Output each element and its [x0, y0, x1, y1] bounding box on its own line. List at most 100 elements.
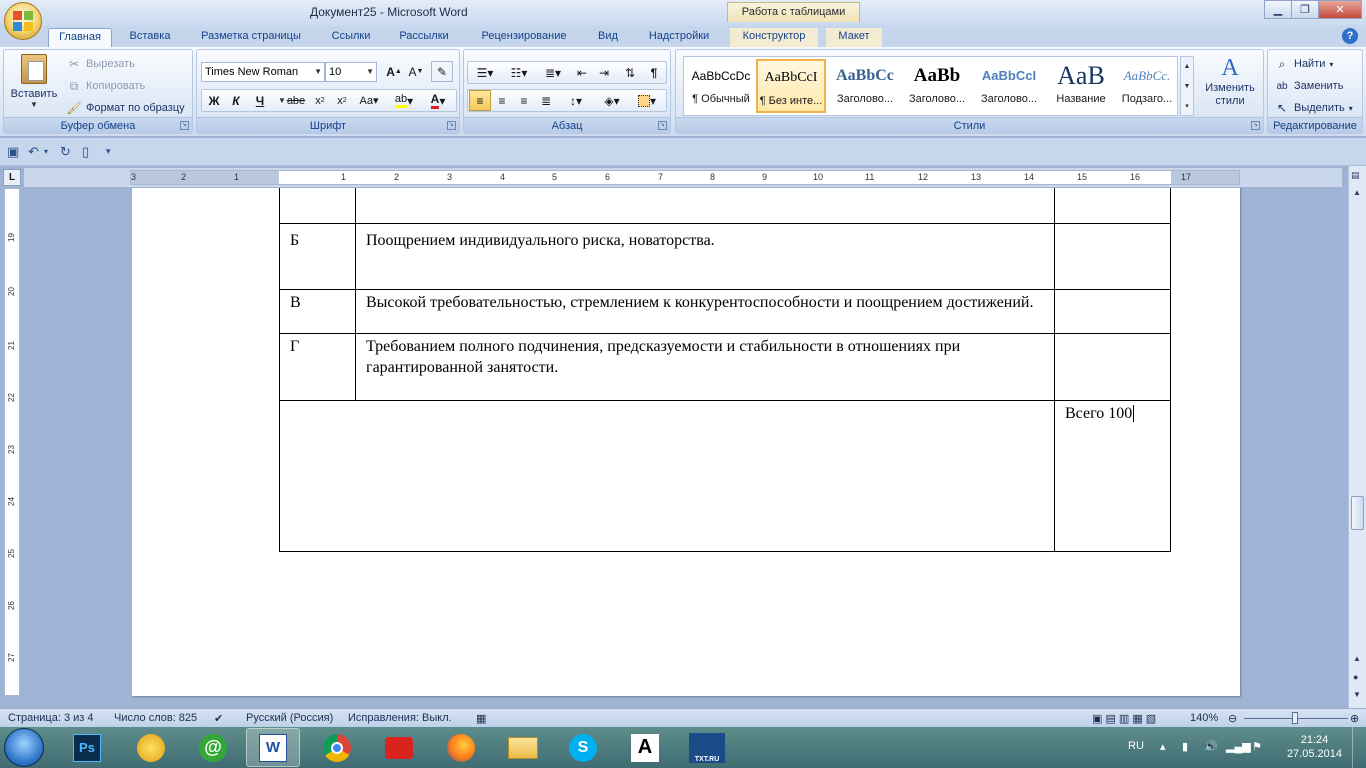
document-page[interactable]: Б Поощрением индивидуального риска, нова… — [132, 188, 1240, 696]
tab-page-layout[interactable]: Разметка страницы — [192, 28, 310, 47]
tab-selector-icon[interactable]: L — [3, 169, 21, 186]
clear-format-icon[interactable]: ✎ — [431, 61, 453, 82]
style-subtitle[interactable]: AaBbCc. Подзаго... — [1118, 59, 1176, 113]
tab-addins[interactable]: Надстройки — [636, 28, 722, 47]
bold-button[interactable]: Ж — [203, 90, 225, 111]
firefox-taskbar-button[interactable] — [434, 728, 488, 767]
language-status[interactable]: Русский (Россия) — [246, 712, 333, 724]
show-marks-button[interactable]: ¶ — [643, 62, 665, 83]
previous-page-icon[interactable]: ▲ — [1353, 654, 1361, 663]
font-viewer-taskbar-button[interactable]: A — [618, 728, 672, 767]
messenger-taskbar-button[interactable] — [124, 728, 178, 767]
select-button[interactable]: ↖ Выделить ▾ — [1274, 98, 1353, 118]
zoom-out-icon[interactable]: ⊖ — [1228, 712, 1237, 725]
tray-expand-icon[interactable]: ▴ — [1160, 740, 1166, 753]
vertical-scrollbar[interactable]: ▤ ▲ ▲ ● ▼ — [1348, 166, 1366, 708]
font-name-combo[interactable]: Times New Roman ▼ — [201, 62, 325, 82]
close-button[interactable]: ✕ — [1318, 0, 1362, 19]
browse-object-icon[interactable]: ● — [1353, 672, 1358, 682]
table-cell-letter[interactable]: В — [279, 289, 356, 334]
tab-review[interactable]: Рецензирование — [468, 28, 580, 47]
page-count[interactable]: Страница: 3 из 4 — [8, 712, 94, 724]
office-button[interactable] — [4, 2, 42, 40]
word-count[interactable]: Число слов: 825 — [114, 712, 197, 724]
replace-button[interactable]: ab Заменить — [1274, 76, 1343, 96]
strikethrough-button[interactable]: abe — [285, 90, 307, 111]
table-cell-letter[interactable]: Г — [279, 333, 356, 401]
zoom-in-icon[interactable]: ⊕ — [1350, 712, 1359, 725]
table-cell-letter[interactable] — [279, 188, 356, 224]
styles-scroll[interactable]: ▲ ▼ ▾ — [1180, 56, 1194, 116]
table-cell-score[interactable] — [1054, 223, 1171, 290]
increase-indent-icon[interactable]: ⇥ — [593, 62, 615, 83]
find-button[interactable]: ⌕ Найти ▾ — [1274, 54, 1334, 74]
font-launcher-icon[interactable]: ↘ — [447, 121, 456, 130]
volume-icon[interactable]: 🔊 — [1204, 740, 1218, 753]
undo-icon[interactable]: ↶ — [28, 144, 39, 160]
tab-references[interactable]: Ссылки — [322, 28, 380, 47]
change-styles-button[interactable]: A Изменить стили — [1198, 54, 1262, 116]
underline-button[interactable]: Ч — [249, 90, 271, 111]
maximize-button[interactable]: ❐ — [1291, 0, 1319, 19]
vertical-ruler[interactable]: 19 20 21 22 23 24 25 26 27 — [4, 188, 20, 696]
txtru-taskbar-button[interactable]: TXT.RU — [680, 728, 734, 767]
clock[interactable]: 21:24 27.05.2014 — [1287, 733, 1342, 761]
mail-agent-taskbar-button[interactable]: @ — [186, 728, 240, 767]
redo-icon[interactable]: ↻ — [60, 144, 71, 160]
tab-mailings[interactable]: Рассылки — [390, 28, 458, 47]
tab-view[interactable]: Вид — [588, 28, 628, 47]
screencast-taskbar-button[interactable] — [372, 728, 426, 767]
sort-icon[interactable]: ⇅ — [619, 62, 641, 83]
flag-icon[interactable]: ⚑ — [1252, 740, 1262, 753]
styles-launcher-icon[interactable]: ↘ — [1251, 121, 1260, 130]
align-right-icon[interactable]: ≡ — [513, 90, 535, 111]
new-document-icon[interactable]: ▯ — [82, 144, 89, 160]
decrease-indent-icon[interactable]: ⇤ — [571, 62, 593, 83]
cut-button[interactable]: ✂ Вырезать — [66, 54, 135, 74]
style-heading-1[interactable]: AaBbCc Заголово... — [830, 59, 900, 113]
subscript-button[interactable]: x2 — [309, 90, 331, 111]
photoshop-taskbar-button[interactable]: Ps — [60, 728, 114, 767]
network-icon[interactable]: ▮ — [1182, 740, 1188, 753]
table-cell-score[interactable] — [1054, 333, 1171, 401]
italic-button[interactable]: К — [225, 90, 247, 111]
line-spacing-button[interactable]: ↕ ▾ — [561, 90, 591, 111]
grow-font-button[interactable]: A ▲ — [383, 61, 405, 82]
horizontal-ruler[interactable]: 3 2 1 1 2 3 4 5 6 7 8 9 10 11 12 13 14 1… — [24, 168, 1342, 187]
paste-button[interactable]: Вставить ▼ — [10, 54, 58, 114]
style-heading-3[interactable]: AaBbCcI Заголово... — [974, 59, 1044, 113]
style-no-spacing[interactable]: AaBbCcI ¶ Без инте... — [756, 59, 826, 113]
zoom-slider-thumb[interactable] — [1292, 712, 1298, 724]
scrollbar-thumb[interactable] — [1351, 496, 1364, 530]
track-changes-status[interactable]: Исправления: Выкл. — [348, 712, 452, 724]
paragraph-launcher-icon[interactable]: ↘ — [658, 121, 667, 130]
table-cell-text[interactable]: Поощрением индивидуального риска, новато… — [355, 223, 1055, 290]
style-title[interactable]: AaB Название — [1046, 59, 1116, 113]
next-page-icon[interactable]: ▼ — [1353, 690, 1361, 699]
language-indicator[interactable]: RU — [1128, 740, 1144, 752]
show-desktop-button[interactable] — [1352, 727, 1366, 768]
word-taskbar-button[interactable]: W — [246, 728, 300, 767]
tab-home[interactable]: Главная — [48, 28, 112, 47]
skype-taskbar-button[interactable]: S — [556, 728, 610, 767]
minimize-button[interactable]: ▁ — [1264, 0, 1292, 19]
table-cell-text[interactable] — [355, 188, 1055, 224]
format-painter-button[interactable]: 🖌 Формат по образцу — [66, 98, 184, 118]
table-cell-score[interactable] — [1054, 188, 1171, 224]
table-cell-empty[interactable] — [279, 400, 1055, 552]
copy-button[interactable]: ⧉ Копировать — [66, 76, 146, 96]
tab-layout[interactable]: Макет — [826, 28, 882, 47]
shading-button[interactable]: ◈ ▾ — [597, 90, 627, 111]
tab-insert[interactable]: Вставка — [120, 28, 180, 47]
style-heading-2[interactable]: AaBb Заголово... — [902, 59, 972, 113]
undo-dropdown-icon[interactable]: ▾ — [44, 147, 48, 156]
customize-qat-icon[interactable]: ▾ — [106, 146, 111, 157]
change-case-button[interactable]: Aa ▾ — [355, 90, 383, 111]
view-buttons[interactable]: ▣ ▤ ▥ ▦ ▧ — [1092, 712, 1156, 725]
zoom-level[interactable]: 140% — [1190, 712, 1218, 724]
tab-design[interactable]: Конструктор — [730, 28, 818, 47]
highlight-button[interactable]: ab ▾ — [389, 90, 419, 111]
shrink-font-button[interactable]: A ▼ — [405, 61, 427, 82]
explorer-taskbar-button[interactable] — [496, 728, 550, 767]
clipboard-launcher-icon[interactable]: ↘ — [180, 121, 189, 130]
